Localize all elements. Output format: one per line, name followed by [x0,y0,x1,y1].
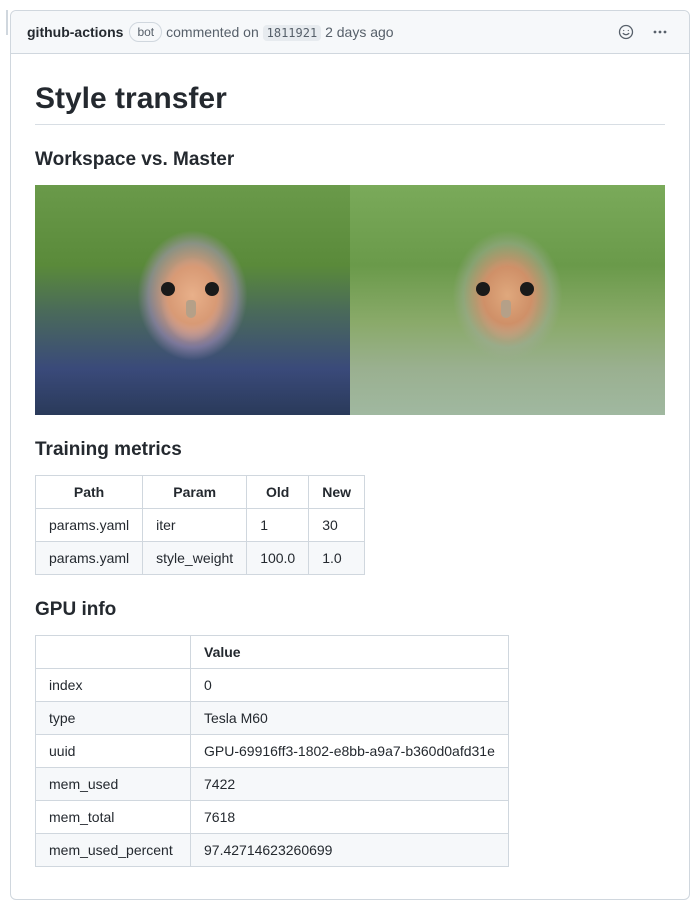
col-new: New [309,476,365,509]
commented-label: commented on 1811921 2 days ago [166,24,393,40]
col-path: Path [36,476,143,509]
emoji-reaction-icon[interactable] [613,19,639,45]
training-metrics-table: Path Param Old New params.yaml iter 1 30… [35,475,365,575]
image-comparison-row [35,185,665,415]
gpu-value: Tesla M60 [191,702,509,735]
table-row: uuid GPU-69916ff3-1802-e8bb-a9a7-b360d0a… [36,735,509,768]
gpu-key: mem_used [36,768,191,801]
gpu-key: mem_used_percent [36,834,191,867]
cell-path: params.yaml [36,509,143,542]
gpu-key: uuid [36,735,191,768]
decorative-eye [476,282,490,296]
comment-header: github-actions bot commented on 1811921 … [11,11,689,54]
table-header-row: Path Param Old New [36,476,365,509]
commented-prefix: commented on [166,24,259,40]
decorative-beak [501,300,511,318]
table-row: mem_total 7618 [36,801,509,834]
master-image[interactable] [350,185,665,415]
kebab-menu-icon[interactable] [647,19,673,45]
cell-new: 30 [309,509,365,542]
bot-badge: bot [129,22,162,42]
table-row: params.yaml style_weight 100.0 1.0 [36,542,365,575]
timeline-connector [6,10,8,35]
gpu-info-table: Value index 0 type Tesla M60 uuid GPU-69… [35,635,509,867]
cell-path: params.yaml [36,542,143,575]
table-row: mem_used 7422 [36,768,509,801]
decorative-beak [186,300,196,318]
gpu-key: type [36,702,191,735]
gpu-value: 97.42714623260699 [191,834,509,867]
table-row: type Tesla M60 [36,702,509,735]
gpu-key: mem_total [36,801,191,834]
gpu-key: index [36,669,191,702]
col-old: Old [247,476,309,509]
gpu-value: GPU-69916ff3-1802-e8bb-a9a7-b360d0afd31e [191,735,509,768]
decorative-eye [520,282,534,296]
cell-param: style_weight [143,542,247,575]
cell-old: 1 [247,509,309,542]
author-username[interactable]: github-actions [27,24,123,40]
table-row: index 0 [36,669,509,702]
cell-param: iter [143,509,247,542]
page-title: Style transfer [35,82,665,125]
comment-author-line: github-actions bot commented on 1811921 … [27,22,394,42]
decorative-eye [161,282,175,296]
commit-sha-link[interactable]: 1811921 [263,25,322,41]
col-value: Value [191,636,509,669]
section-compare-title: Workspace vs. Master [35,149,665,171]
gpu-value: 7422 [191,768,509,801]
section-metrics-title: Training metrics [35,439,665,461]
gpu-value: 0 [191,669,509,702]
gpu-value: 7618 [191,801,509,834]
comment-card: github-actions bot commented on 1811921 … [10,10,690,900]
comment-actions [613,19,673,45]
comment-body: Style transfer Workspace vs. Master Trai… [11,54,689,899]
table-row: mem_used_percent 97.42714623260699 [36,834,509,867]
workspace-image[interactable] [35,185,350,415]
relative-timestamp[interactable]: 2 days ago [325,24,394,40]
cell-new: 1.0 [309,542,365,575]
table-row: params.yaml iter 1 30 [36,509,365,542]
section-gpu-title: GPU info [35,599,665,621]
col-param: Param [143,476,247,509]
decorative-eye [205,282,219,296]
table-header-row: Value [36,636,509,669]
cell-old: 100.0 [247,542,309,575]
col-blank [36,636,191,669]
